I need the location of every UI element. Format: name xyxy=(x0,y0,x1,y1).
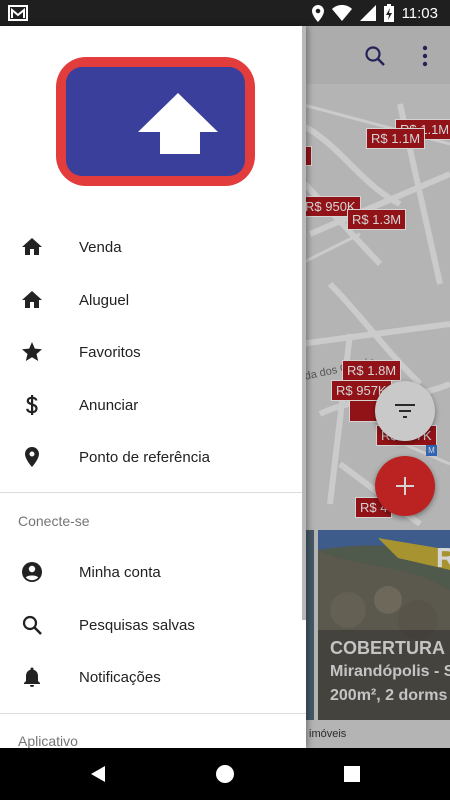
home-icon xyxy=(22,291,42,308)
back-button[interactable] xyxy=(86,762,110,786)
signal-icon xyxy=(359,5,376,21)
drawer-scrollbar[interactable] xyxy=(302,26,306,620)
system-nav-bar xyxy=(0,748,450,800)
battery-charging-icon xyxy=(383,4,394,22)
upload-arrow-logo xyxy=(56,57,255,186)
menu-item-label: Venda xyxy=(79,238,122,256)
location-pin-icon xyxy=(25,447,39,467)
dollar-icon xyxy=(26,395,38,415)
menu-item-label: Notificações xyxy=(79,668,161,686)
menu-item-label: Minha conta xyxy=(79,563,161,581)
recents-icon xyxy=(344,766,360,782)
menu-item-aluguel[interactable]: Aluguel xyxy=(0,274,306,326)
menu-item-ponto-de-referencia[interactable]: Ponto de referência xyxy=(0,431,306,483)
menu-item-anunciar[interactable]: Anunciar xyxy=(0,379,306,431)
divider xyxy=(0,492,306,493)
divider xyxy=(0,713,306,714)
menu-item-label: Ponto de referência xyxy=(79,448,210,466)
menu-item-label: Pesquisas salvas xyxy=(79,616,195,634)
menu-item-pesquisas-salvas[interactable]: Pesquisas salvas xyxy=(0,599,306,651)
status-icons: 11:03 xyxy=(311,3,438,23)
home-circle-icon xyxy=(216,765,234,783)
navigation-drawer: Venda Aluguel Favoritos Anunciar Ponto d… xyxy=(0,26,306,748)
status-bar: 11:03 xyxy=(0,0,450,26)
back-icon xyxy=(91,766,105,782)
menu-item-venda[interactable]: Venda xyxy=(0,221,306,273)
menu-item-favoritos[interactable]: Favoritos xyxy=(0,326,306,378)
home-button[interactable] xyxy=(213,762,237,786)
home-icon xyxy=(22,238,42,255)
account-circle-icon xyxy=(22,562,42,582)
gmail-icon xyxy=(8,5,28,21)
bell-icon xyxy=(24,667,40,687)
star-icon xyxy=(22,342,42,361)
location-icon xyxy=(311,4,324,22)
search-icon xyxy=(22,615,42,635)
menu-item-notificacoes[interactable]: Notificações xyxy=(0,651,306,703)
menu-item-label: Favoritos xyxy=(79,343,141,361)
menu-item-label: Anunciar xyxy=(79,396,139,414)
wifi-icon xyxy=(331,5,352,21)
status-time: 11:03 xyxy=(401,4,438,22)
menu-item-minha-conta[interactable]: Minha conta xyxy=(0,546,306,598)
section-header-app: Aplicativo xyxy=(18,733,78,748)
menu-item-label: Aluguel xyxy=(79,291,130,309)
recents-button[interactable] xyxy=(340,762,364,786)
section-header-connect: Conecte-se xyxy=(18,513,90,529)
